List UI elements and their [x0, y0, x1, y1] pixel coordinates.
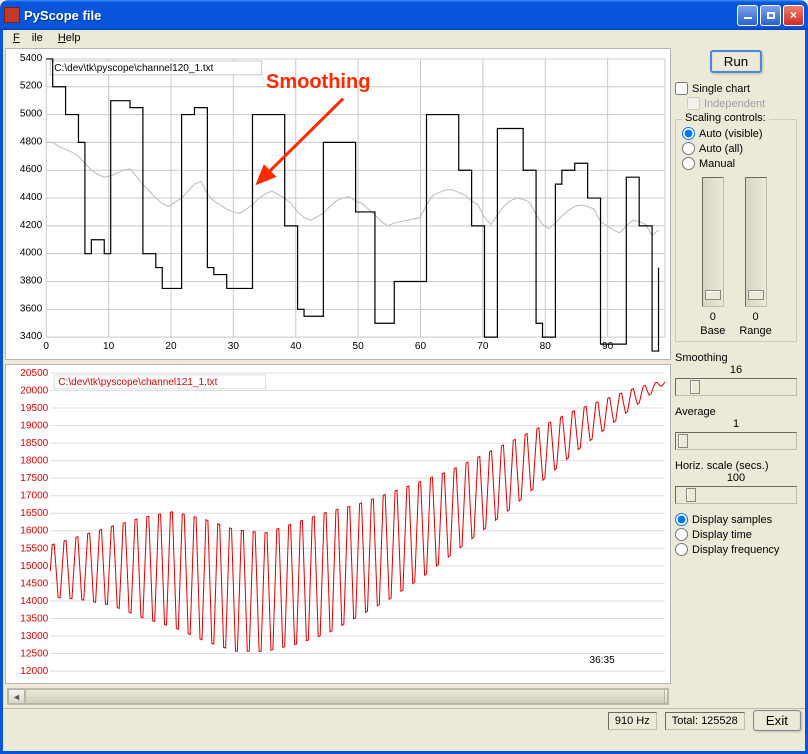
title-bar: PyScope file ×: [0, 0, 808, 30]
svg-text:C:\dev\tk\pyscope\channel121_1: C:\dev\tk\pyscope\channel121_1.txt: [58, 377, 217, 388]
smoothing-label: Smoothing: [675, 352, 797, 364]
svg-text:4400: 4400: [20, 192, 43, 203]
close-button[interactable]: ×: [783, 5, 804, 26]
svg-text:20500: 20500: [20, 368, 48, 379]
run-button[interactable]: Run: [710, 50, 762, 73]
base-value: 0: [710, 311, 716, 323]
smoothing-value: 16: [675, 364, 797, 376]
svg-text:40: 40: [290, 341, 302, 352]
svg-text:60: 60: [415, 341, 427, 352]
svg-text:14500: 14500: [20, 578, 48, 589]
smoothing-slider[interactable]: [675, 378, 797, 396]
base-label: Base: [700, 325, 725, 337]
single-chart-checkbox[interactable]: Single chart: [675, 81, 797, 96]
svg-text:16500: 16500: [20, 508, 48, 519]
annotation-smoothing-label: Smoothing: [266, 71, 370, 94]
svg-text:C:\dev\tk\pyscope\channel120_1: C:\dev\tk\pyscope\channel120_1.txt: [54, 63, 213, 74]
svg-text:3800: 3800: [20, 276, 43, 287]
svg-text:20: 20: [165, 341, 177, 352]
svg-text:5200: 5200: [20, 81, 43, 92]
svg-text:18000: 18000: [20, 456, 48, 467]
auto-all-radio[interactable]: Auto (all): [682, 141, 790, 156]
svg-text:17500: 17500: [20, 473, 48, 484]
range-value: 0: [752, 311, 758, 323]
scroll-left-arrow-icon[interactable]: ◄: [8, 689, 25, 704]
display-time-radio[interactable]: Display time: [675, 527, 797, 542]
horiz-scale-slider[interactable]: [675, 486, 797, 504]
chart-bottom: 20500 20000 19500 19000 18500 18000 17500 17000…: [5, 364, 671, 684]
svg-text:15500: 15500: [20, 543, 48, 554]
minimize-button[interactable]: [737, 5, 758, 26]
status-total: Total: 125528: [665, 712, 745, 730]
status-bar: 910 Hz Total: 125528 Exit: [3, 708, 805, 732]
svg-text:5000: 5000: [20, 109, 43, 120]
svg-text:50: 50: [353, 341, 365, 352]
menu-file[interactable]: File: [7, 30, 49, 46]
svg-text:4600: 4600: [20, 164, 43, 175]
independent-checkbox: Independent: [687, 96, 797, 111]
svg-text:19500: 19500: [20, 403, 48, 414]
horiz-scale-value: 100: [675, 472, 797, 484]
svg-text:0: 0: [43, 341, 49, 352]
base-slider[interactable]: [702, 177, 724, 307]
svg-text:13000: 13000: [20, 631, 48, 642]
svg-text:3600: 3600: [20, 303, 43, 314]
svg-text:12500: 12500: [20, 649, 48, 660]
chart-top: Smoothing 5400 5200 5000 4800 4600 4400 4200 40…: [5, 48, 671, 360]
controls-panel: Run Single chart Independent Scaling con…: [671, 48, 801, 708]
manual-radio[interactable]: Manual: [682, 156, 790, 171]
single-chart-label: Single chart: [692, 83, 750, 95]
independent-label: Independent: [704, 98, 765, 110]
svg-text:13500: 13500: [20, 613, 48, 624]
horizontal-scrollbar[interactable]: ◄ ►: [7, 688, 669, 705]
svg-text:36:35: 36:35: [590, 655, 616, 666]
menu-help[interactable]: Help: [52, 30, 87, 46]
svg-text:70: 70: [477, 341, 489, 352]
svg-text:30: 30: [228, 341, 240, 352]
average-slider[interactable]: [675, 432, 797, 450]
menu-bar: File Help: [3, 30, 805, 46]
svg-text:4800: 4800: [20, 136, 43, 147]
range-slider[interactable]: [745, 177, 767, 307]
svg-text:4000: 4000: [20, 248, 43, 259]
range-label: Range: [739, 325, 771, 337]
display-samples-radio[interactable]: Display samples: [675, 512, 797, 527]
horiz-scale-label: Horiz. scale (secs.): [675, 460, 797, 472]
svg-text:16000: 16000: [20, 526, 48, 537]
svg-text:3400: 3400: [20, 331, 43, 342]
window-title: PyScope file: [24, 8, 737, 23]
svg-text:19000: 19000: [20, 421, 48, 432]
app-icon: [4, 7, 20, 23]
svg-text:80: 80: [540, 341, 552, 352]
exit-button[interactable]: Exit: [753, 710, 801, 731]
svg-text:18500: 18500: [20, 438, 48, 449]
svg-text:5400: 5400: [20, 53, 43, 64]
svg-text:90: 90: [602, 341, 614, 352]
average-value: 1: [675, 418, 797, 430]
svg-text:10: 10: [103, 341, 115, 352]
svg-text:4200: 4200: [20, 220, 43, 231]
display-frequency-radio[interactable]: Display frequency: [675, 542, 797, 557]
svg-text:20000: 20000: [20, 386, 48, 397]
maximize-button[interactable]: [760, 5, 781, 26]
average-label: Average: [675, 406, 797, 418]
svg-text:15000: 15000: [20, 561, 48, 572]
scaling-controls-group: Scaling controls: Auto (visible) Auto (a…: [675, 119, 797, 342]
svg-text:14000: 14000: [20, 596, 48, 607]
scaling-legend: Scaling controls:: [682, 112, 769, 124]
status-rate: 910 Hz: [608, 712, 657, 730]
svg-text:12000: 12000: [20, 666, 48, 677]
auto-visible-radio[interactable]: Auto (visible): [682, 126, 790, 141]
svg-text:17000: 17000: [20, 491, 48, 502]
